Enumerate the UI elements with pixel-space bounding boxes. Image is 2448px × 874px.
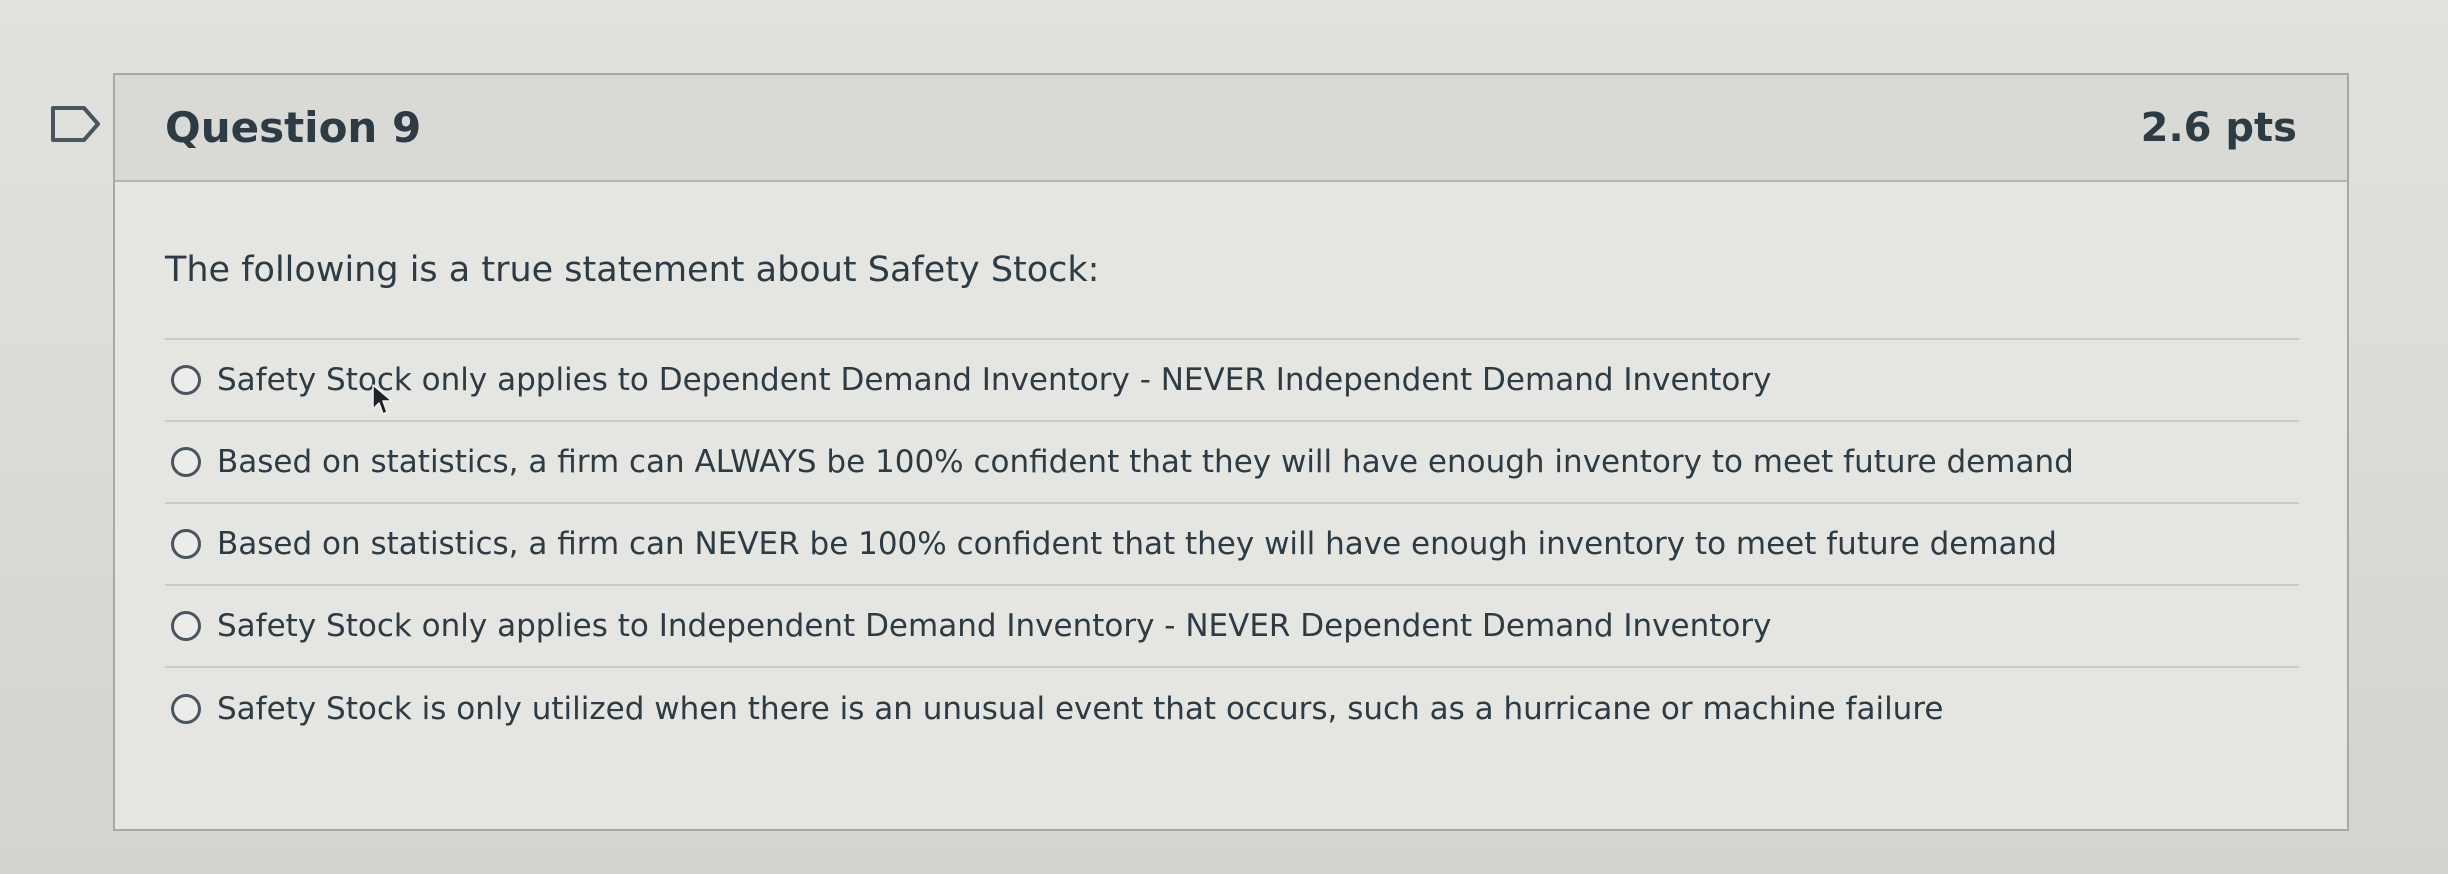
question-title: Question 9 <box>165 103 422 152</box>
answer-label[interactable]: Safety Stock is only utilized when there… <box>217 691 1943 727</box>
answer-option[interactable]: Safety Stock is only utilized when there… <box>165 668 2299 750</box>
question-points: 2.6 pts <box>2140 104 2297 151</box>
answer-label[interactable]: Safety Stock only applies to Independent… <box>217 608 1771 644</box>
question-body: The following is a true statement about … <box>115 182 2347 750</box>
answer-option[interactable]: Based on statistics, a firm can NEVER be… <box>165 504 2299 586</box>
radio-button[interactable] <box>171 694 201 724</box>
question-prompt: The following is a true statement about … <box>165 250 1100 290</box>
flag-question-icon[interactable] <box>50 105 102 143</box>
mouse-cursor-icon <box>371 383 395 417</box>
question-card: Question 9 2.6 pts The following is a tr… <box>113 73 2349 831</box>
answer-list: Safety Stock only applies to Dependent D… <box>165 340 2299 750</box>
radio-button[interactable] <box>171 447 201 477</box>
answer-label[interactable]: Safety Stock only applies to Dependent D… <box>217 362 1771 398</box>
question-header: Question 9 2.6 pts <box>115 75 2347 182</box>
radio-button[interactable] <box>171 529 201 559</box>
answer-option[interactable]: Safety Stock only applies to Dependent D… <box>165 340 2299 422</box>
answer-label[interactable]: Based on statistics, a firm can ALWAYS b… <box>217 444 2074 480</box>
radio-button[interactable] <box>171 365 201 395</box>
answer-label[interactable]: Based on statistics, a firm can NEVER be… <box>217 526 2057 562</box>
radio-button[interactable] <box>171 611 201 641</box>
answer-option[interactable]: Safety Stock only applies to Independent… <box>165 586 2299 668</box>
answer-option[interactable]: Based on statistics, a firm can ALWAYS b… <box>165 422 2299 504</box>
